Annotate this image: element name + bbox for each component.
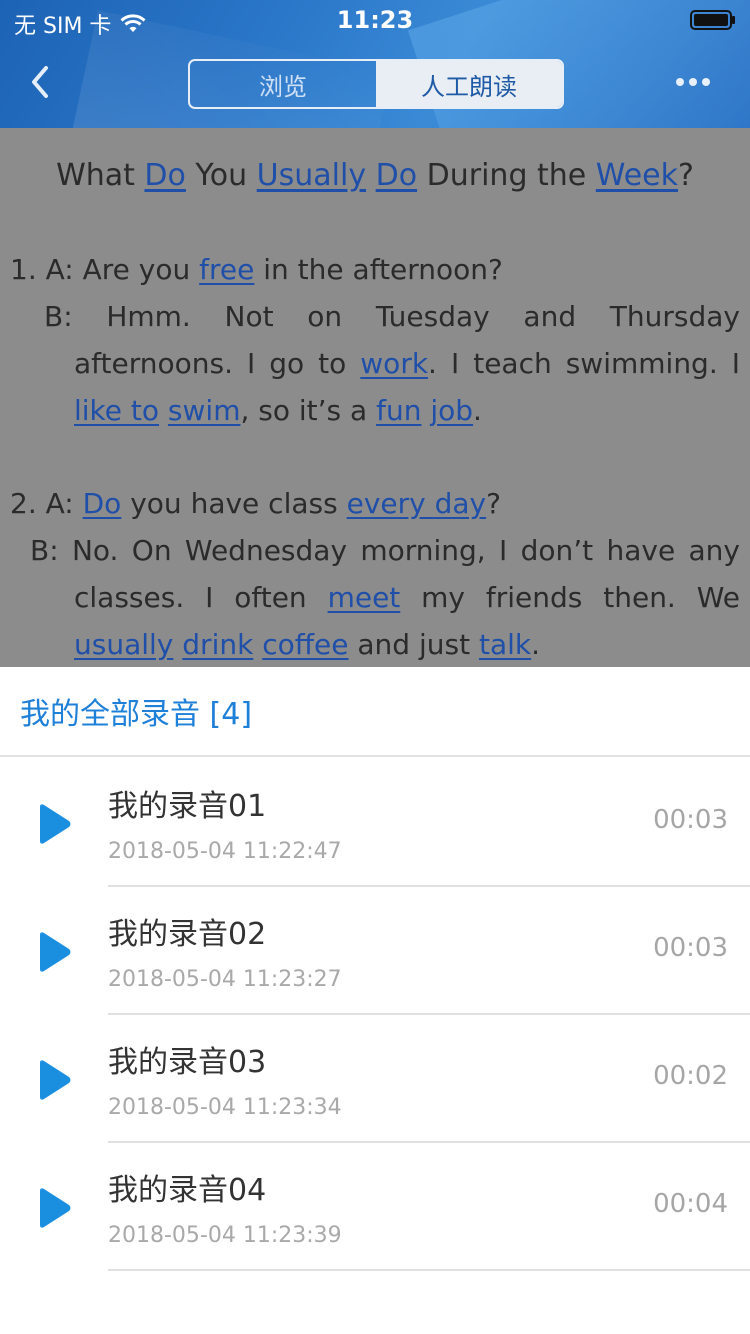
dialogue-line: 2. A: Do you have class every day? — [0, 480, 750, 527]
text-segment — [173, 628, 182, 661]
recording-name: 我的录音04 — [108, 1173, 267, 1208]
recordings-sheet: 我的全部录音 [4] 我的录音01 2018-05-04 11:22:47 00… — [0, 667, 750, 1334]
vocab-link[interactable]: Week — [596, 158, 678, 193]
dialogue-line: like to swim, so it’s a fun job. — [0, 387, 750, 434]
play-icon[interactable] — [36, 803, 72, 845]
text-segment: During the — [417, 158, 596, 193]
text-segment: ? — [486, 487, 501, 520]
vocab-link[interactable]: coffee — [262, 628, 348, 661]
lesson-title: What Do You Usually Do During the Week? — [0, 158, 750, 193]
text-segment: You — [185, 158, 257, 193]
dialogue-1: 1. A: Are you free in the afternoon? B: … — [0, 246, 750, 434]
text-segment: . — [473, 394, 482, 427]
recording-name: 我的录音03 — [108, 1045, 267, 1080]
vocab-link[interactable]: free — [199, 253, 254, 286]
app-header: 无 SIM 卡 11:23 浏览 人工朗读 — [0, 0, 750, 128]
text-segment: in the afternoon? — [254, 253, 503, 286]
text-segment: . — [531, 628, 541, 661]
recordings-header: 我的全部录音 [4] — [0, 667, 750, 757]
nav-bar: 浏览 人工朗读 — [0, 40, 750, 128]
recording-date: 2018-05-04 11:23:39 — [108, 1223, 342, 1248]
play-icon[interactable] — [36, 931, 72, 973]
recording-name: 我的录音01 — [108, 789, 267, 824]
vocab-link[interactable]: job — [430, 394, 473, 427]
vocab-link[interactable]: swim — [168, 394, 241, 427]
divider — [108, 1269, 750, 1271]
text-segment — [366, 158, 376, 193]
vocab-link[interactable]: Usually — [257, 158, 366, 193]
recording-date: 2018-05-04 11:22:47 — [108, 839, 342, 864]
vocab-link[interactable]: Do — [83, 487, 122, 520]
dialogue-line: B: No. On Wednesday morning, I don’t hav… — [0, 527, 750, 574]
dialogue-line: afternoons. I go to work. I teach swimmi… — [0, 340, 750, 387]
chevron-left-icon[interactable] — [26, 64, 56, 100]
recording-duration: 00:04 — [653, 1189, 728, 1219]
vocab-link[interactable]: Do — [144, 158, 185, 193]
vocab-link[interactable]: Do — [376, 158, 417, 193]
text-segment: , so it’s a — [240, 394, 377, 427]
text-segment: . I teach swimming. I — [428, 347, 740, 380]
play-icon[interactable] — [36, 1059, 72, 1101]
play-icon[interactable] — [36, 1187, 72, 1229]
text-segment: afternoons. I go to — [74, 347, 361, 380]
recording-item[interactable]: 我的录音02 2018-05-04 11:23:27 00:03 — [0, 887, 750, 1015]
text-segment: and just — [348, 628, 479, 661]
dialogue-line: 1. A: Are you free in the afternoon? — [0, 246, 750, 293]
recording-date: 2018-05-04 11:23:27 — [108, 967, 342, 992]
vocab-link[interactable]: drink — [182, 628, 253, 661]
vocab-link[interactable]: fun — [376, 394, 421, 427]
text-segment — [253, 628, 262, 661]
recording-duration: 00:02 — [653, 1061, 728, 1091]
recording-duration: 00:03 — [653, 933, 728, 963]
recording-item[interactable]: 我的录音01 2018-05-04 11:22:47 00:03 — [0, 759, 750, 887]
text-segment: ? — [678, 158, 694, 193]
dialogue-line: classes. I often meet my friends then. W… — [0, 574, 750, 621]
text-segment: B: Hmm. Not on Tuesday and Thursday — [44, 300, 740, 333]
status-bar: 无 SIM 卡 11:23 — [0, 0, 750, 40]
text-segment: my friends then. We — [400, 581, 740, 614]
battery-icon — [690, 10, 735, 30]
text-segment: What — [56, 158, 145, 193]
text-segment: 1. A: Are you — [10, 253, 200, 286]
vocab-link[interactable]: like to — [74, 394, 159, 427]
recording-duration: 00:03 — [653, 805, 728, 835]
more-dots-icon[interactable] — [676, 78, 710, 88]
recording-item[interactable]: 我的录音04 2018-05-04 11:23:39 00:04 — [0, 1143, 750, 1271]
status-time: 11:23 — [336, 6, 414, 34]
tab-browse[interactable]: 浏览 — [190, 61, 376, 107]
vocab-link[interactable]: meet — [328, 581, 401, 614]
text-segment — [159, 394, 168, 427]
vocab-link[interactable]: every day — [347, 487, 487, 520]
dialogue-line: usually drink coffee and just talk. — [0, 621, 750, 667]
tab-human-reading[interactable]: 人工朗读 — [376, 61, 562, 107]
text-segment: you have class — [121, 487, 347, 520]
recordings-title: 我的全部录音 [4] — [20, 697, 253, 732]
lesson-content: What Do You Usually Do During the Week? … — [0, 128, 750, 667]
mode-segmented-control: 浏览 人工朗读 — [188, 59, 564, 109]
recording-item[interactable]: 我的录音03 2018-05-04 11:23:34 00:02 — [0, 1015, 750, 1143]
text-segment: B: No. On Wednesday morning, I don’t hav… — [30, 534, 740, 567]
text-segment: 2. A: — [10, 487, 83, 520]
vocab-link[interactable]: usually — [74, 628, 173, 661]
recording-date: 2018-05-04 11:23:34 — [108, 1095, 342, 1120]
dialogue-line: B: Hmm. Not on Tuesday and Thursday — [0, 293, 750, 340]
dialogue-2: 2. A: Do you have class every day? B: No… — [0, 480, 750, 667]
recording-name: 我的录音02 — [108, 917, 267, 952]
vocab-link[interactable]: talk — [479, 628, 531, 661]
vocab-link[interactable]: work — [360, 347, 428, 380]
text-segment: classes. I often — [74, 581, 328, 614]
